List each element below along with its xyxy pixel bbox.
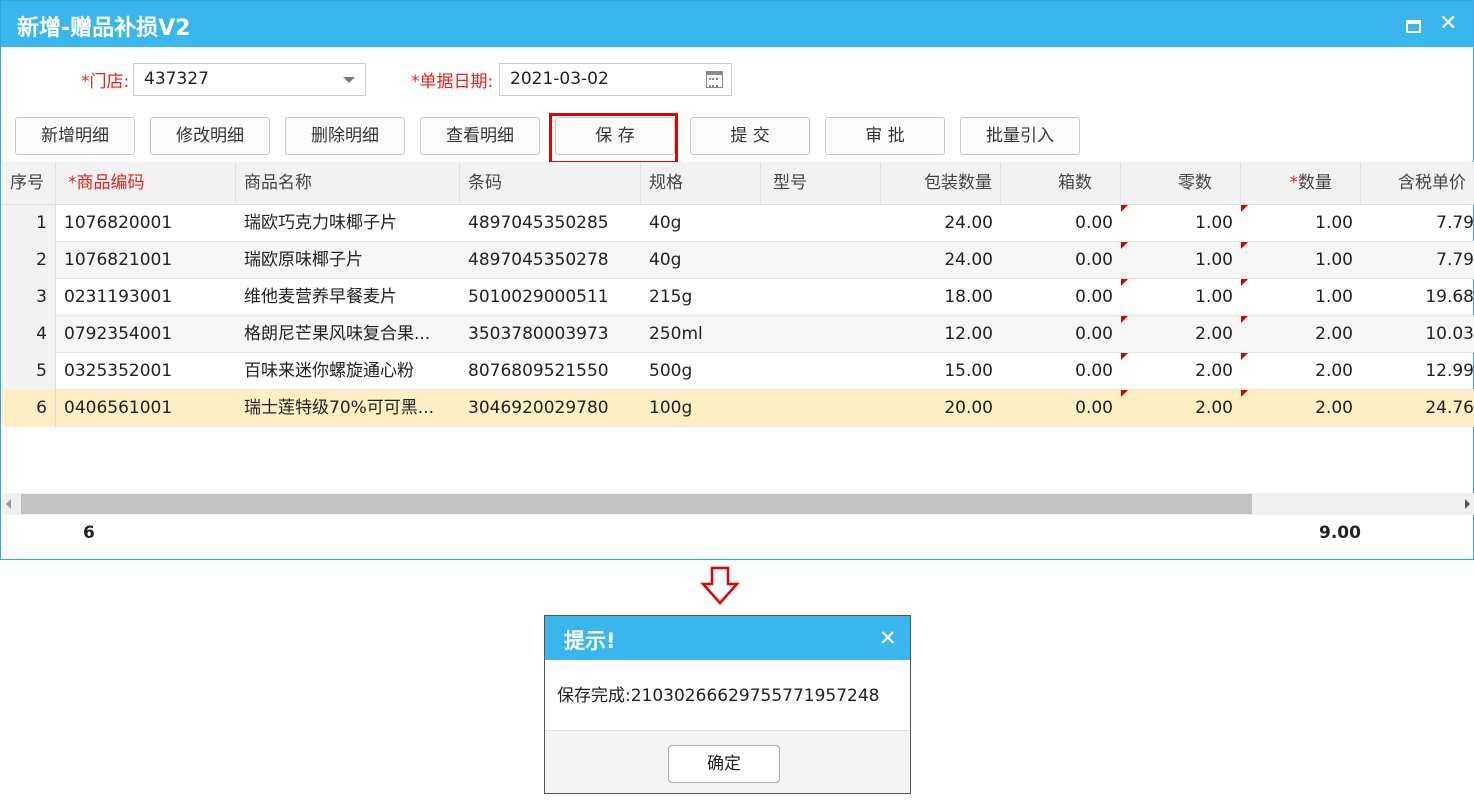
table-row[interactable]: 5 0325352001 百味来迷你螺旋通心粉 8076809521550 50… xyxy=(2,353,1474,390)
qty-total: 9.00 xyxy=(1319,523,1361,543)
grid-header: 序号 *商品编码 商品名称 条码 规格 型号 包装数量 箱数 零数 *数量 含税… xyxy=(2,162,1474,205)
col-price[interactable]: 含税单价 xyxy=(1361,162,1474,205)
scroll-right-icon[interactable] xyxy=(1465,499,1470,509)
alert-dialog: 提示! ✕ 保存完成:2103026662975577195724​8 确定 xyxy=(544,615,911,794)
dialog-footer: 确定 xyxy=(545,730,910,793)
maximize-icon[interactable] xyxy=(1406,20,1421,33)
table-row[interactable]: 2 1076821001 瑞欧原味椰子片 4897045350278 40g 2… xyxy=(2,242,1474,279)
chevron-down-icon[interactable] xyxy=(343,77,355,83)
view-detail-button[interactable]: 查看明细 xyxy=(420,117,540,155)
title-bar: 新增-赠品补损V2 ✕ xyxy=(1,1,1473,47)
dialog-header: 提示! ✕ xyxy=(545,616,910,660)
close-icon[interactable]: ✕ xyxy=(879,626,897,650)
dialog-message: 保存完成:2103026662975577195724​8 xyxy=(557,686,880,706)
calendar-icon[interactable] xyxy=(706,71,723,88)
col-barcode[interactable]: 条码 xyxy=(460,162,641,205)
col-pack[interactable]: 包装数量 xyxy=(881,162,1001,205)
table-row-selected[interactable]: 6 0406561001 瑞士莲特级70%可可黑... 304692002978… xyxy=(2,390,1474,427)
date-label: *单据日期: xyxy=(411,72,494,92)
scrollbar-thumb[interactable] xyxy=(21,494,1252,514)
date-field[interactable]: 2021-03-02 xyxy=(499,63,732,96)
col-loose[interactable]: 零数 xyxy=(1121,162,1241,205)
add-detail-button[interactable]: 新增明细 xyxy=(15,117,135,155)
row-count-total: 6 xyxy=(83,523,95,543)
dialog-title: 提示! xyxy=(564,629,616,653)
col-idx[interactable]: 序号 xyxy=(2,162,56,205)
store-label: *门店: xyxy=(81,72,130,92)
table-row[interactable]: 3 0231193001 维他麦营养早餐麦片 5010029000511 215… xyxy=(2,279,1474,316)
arrow-down-icon xyxy=(700,566,740,605)
col-spec[interactable]: 规格 xyxy=(641,162,761,205)
table-row[interactable]: 4 0792354001 格朗尼芒果风味复合果... 3503780003973… xyxy=(2,316,1474,353)
store-select[interactable]: 437327 xyxy=(133,63,366,96)
batch-import-button[interactable]: 批量引入 xyxy=(960,117,1080,155)
approve-button[interactable]: 审 批 xyxy=(825,117,945,155)
submit-button[interactable]: 提 交 xyxy=(690,117,810,155)
scroll-left-icon[interactable] xyxy=(6,499,11,509)
col-box[interactable]: 箱数 xyxy=(1001,162,1121,205)
close-icon[interactable]: ✕ xyxy=(1439,11,1457,37)
col-code[interactable]: *商品编码 xyxy=(56,162,236,205)
delete-detail-button[interactable]: 删除明细 xyxy=(285,117,405,155)
window-title: 新增-赠品补损V2 xyxy=(17,16,191,41)
save-highlight-box xyxy=(549,113,678,164)
col-qty[interactable]: *数量 xyxy=(1241,162,1361,205)
col-name[interactable]: 商品名称 xyxy=(236,162,460,205)
table-row[interactable]: 1 1076820001 瑞欧巧克力味椰子片 4897045350285 40g… xyxy=(2,205,1474,242)
col-model[interactable]: 型号 xyxy=(761,162,881,205)
horizontal-scrollbar[interactable] xyxy=(2,493,1474,515)
edit-detail-button[interactable]: 修改明细 xyxy=(150,117,270,155)
ok-button[interactable]: 确定 xyxy=(668,745,780,783)
main-window: 新增-赠品补损V2 ✕ *门店: 437327 *单据日期: 2021-03-0… xyxy=(0,0,1474,560)
